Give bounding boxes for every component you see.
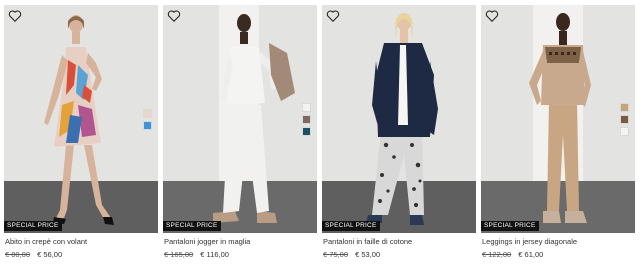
model-figure	[44, 15, 114, 225]
original-price: € 122,00	[482, 250, 512, 259]
color-swatch[interactable]	[620, 103, 629, 112]
product-card[interactable]: SPECIAL PRICE Pantaloni in faille di cot…	[322, 5, 476, 273]
color-swatch[interactable]	[143, 109, 152, 118]
heart-outline-icon[interactable]	[326, 9, 340, 23]
product-name[interactable]: Pantaloni jogger in maglia	[164, 237, 250, 246]
sale-price: € 61,00	[518, 250, 544, 259]
color-swatch[interactable]	[302, 103, 311, 112]
product-image[interactable]: SPECIAL PRICE	[163, 5, 317, 233]
original-price: € 75,00	[323, 250, 349, 259]
product-name[interactable]: Abito in crepè con volant	[5, 237, 87, 246]
special-price-badge: SPECIAL PRICE	[163, 221, 221, 231]
product-image[interactable]: SPECIAL PRICE	[322, 5, 476, 233]
sale-price: € 53,00	[355, 250, 381, 259]
product-card[interactable]: SPECIAL PRICE Abito in crepè con volant …	[4, 5, 158, 273]
heart-outline-icon[interactable]	[167, 9, 181, 23]
color-swatches	[143, 109, 152, 130]
model-figure	[366, 13, 438, 225]
original-price: € 165,00	[164, 250, 194, 259]
product-name[interactable]: Leggings in jersey diagonale	[482, 237, 577, 246]
special-price-badge: SPECIAL PRICE	[322, 221, 380, 231]
heart-outline-icon[interactable]	[485, 9, 499, 23]
sale-price: € 116,00	[200, 250, 229, 259]
color-swatch[interactable]	[302, 127, 311, 136]
original-price: € 80,00	[5, 250, 31, 259]
color-swatches	[302, 103, 311, 136]
color-swatch[interactable]	[620, 115, 629, 124]
product-card[interactable]: SPECIAL PRICE Leggings in jersey diagona…	[481, 5, 635, 273]
model-figure	[529, 13, 591, 223]
special-price-badge: SPECIAL PRICE	[481, 221, 539, 231]
heart-outline-icon[interactable]	[8, 9, 22, 23]
color-swatches	[620, 103, 629, 136]
sale-price: € 56,00	[37, 250, 63, 259]
special-price-badge: SPECIAL PRICE	[4, 221, 62, 231]
price-row: € 165,00 € 116,00	[164, 250, 229, 259]
price-row: € 75,00 € 53,00	[323, 250, 380, 259]
price-row: € 122,00 € 61,00	[482, 250, 543, 259]
product-name[interactable]: Pantaloni in faille di cotone	[323, 237, 412, 246]
color-swatch[interactable]	[143, 121, 152, 130]
color-swatch[interactable]	[620, 127, 629, 136]
product-image[interactable]: SPECIAL PRICE	[4, 5, 158, 233]
product-image[interactable]: SPECIAL PRICE	[481, 5, 635, 233]
price-row: € 80,00 € 56,00	[5, 250, 62, 259]
color-swatch[interactable]	[302, 115, 311, 124]
model-figure	[213, 14, 295, 223]
product-card[interactable]: SPECIAL PRICE Pantaloni jogger in maglia…	[163, 5, 317, 273]
